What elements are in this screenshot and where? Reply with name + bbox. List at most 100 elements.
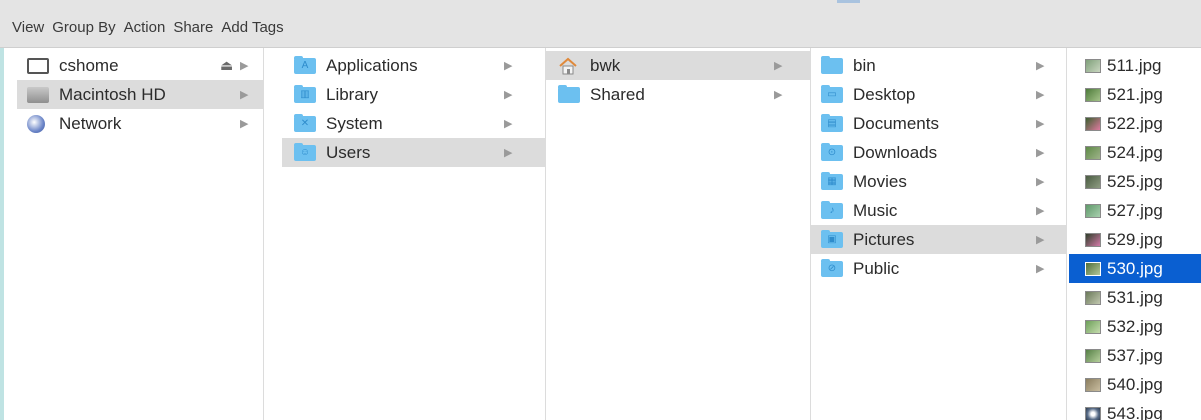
folder-icon xyxy=(821,55,843,74)
chevron-right-icon: ▶ xyxy=(504,147,513,159)
file-row-537[interactable]: 537.jpg xyxy=(1069,341,1201,370)
file-row-524[interactable]: 524.jpg xyxy=(1069,138,1201,167)
column-users: bwk ▶ Shared ▶ xyxy=(546,48,811,420)
file-row-530[interactable]: 530.jpg xyxy=(1069,254,1201,283)
folder-row-downloads[interactable]: ⊙ Downloads ▶ xyxy=(811,138,1066,167)
folder-label: Desktop xyxy=(853,84,916,104)
folder-label: System xyxy=(326,113,383,133)
column-browser: cshome ⏏ ▶ Macintosh HD ▶ Network ▶ A Ap… xyxy=(0,48,1201,420)
folder-label: bin xyxy=(853,55,876,75)
image-thumbnail-icon xyxy=(1085,261,1101,276)
folder-label: Applications xyxy=(326,55,418,75)
image-thumbnail-icon xyxy=(1085,348,1101,363)
device-row-cshome[interactable]: cshome ⏏ ▶ xyxy=(17,51,263,80)
folder-label: Shared xyxy=(590,84,645,104)
network-globe-icon xyxy=(27,114,45,133)
chevron-right-icon: ▶ xyxy=(774,89,783,101)
toolbar-action[interactable]: Action xyxy=(124,19,166,36)
toolbar-indicator xyxy=(837,0,860,3)
column-devices: cshome ⏏ ▶ Macintosh HD ▶ Network ▶ xyxy=(17,48,264,420)
system-folder-icon: ✕ xyxy=(294,113,316,132)
folder-row-bwk[interactable]: bwk ▶ xyxy=(546,51,810,80)
folder-row-desktop[interactable]: ▭ Desktop ▶ xyxy=(811,80,1066,109)
file-label: 537.jpg xyxy=(1107,345,1163,365)
folder-label: Documents xyxy=(853,113,939,133)
column-macintosh-hd: A Applications ▶ ▥ Library ▶ ✕ System ▶ … xyxy=(282,48,546,420)
library-folder-icon: ▥ xyxy=(294,84,316,103)
image-thumbnail-icon xyxy=(1085,87,1101,102)
file-label: 543.jpg xyxy=(1107,403,1163,420)
desktop-folder-icon: ▭ xyxy=(821,84,843,103)
folder-row-shared[interactable]: Shared ▶ xyxy=(546,80,810,109)
file-label: 530.jpg xyxy=(1107,258,1163,278)
toolbar-add-tags[interactable]: Add Tags xyxy=(221,19,283,36)
public-folder-icon: ⊘ xyxy=(821,258,843,277)
file-row-531[interactable]: 531.jpg xyxy=(1069,283,1201,312)
eject-icon[interactable]: ⏏ xyxy=(220,57,233,74)
chevron-right-icon: ▶ xyxy=(240,89,249,101)
file-label: 527.jpg xyxy=(1107,200,1163,220)
image-thumbnail-icon xyxy=(1085,232,1101,247)
device-row-network[interactable]: Network ▶ xyxy=(17,109,263,138)
file-row-540[interactable]: 540.jpg xyxy=(1069,370,1201,399)
toolbar-group-by[interactable]: Group By xyxy=(52,19,115,36)
image-thumbnail-icon xyxy=(1085,290,1101,305)
device-label: Macintosh HD xyxy=(59,84,166,104)
file-label: 532.jpg xyxy=(1107,316,1163,336)
chevron-right-icon: ▶ xyxy=(504,60,513,72)
file-row-521[interactable]: 521.jpg xyxy=(1069,80,1201,109)
file-label: 525.jpg xyxy=(1107,171,1163,191)
folder-label: Movies xyxy=(853,171,907,191)
chevron-right-icon: ▶ xyxy=(1036,176,1045,188)
folder-row-library[interactable]: ▥ Library ▶ xyxy=(282,80,545,109)
folder-row-public[interactable]: ⊘ Public ▶ xyxy=(811,254,1066,283)
hard-drive-icon xyxy=(27,86,49,103)
file-label: 529.jpg xyxy=(1107,229,1163,249)
toolbar-share[interactable]: Share xyxy=(173,19,213,36)
file-label: 531.jpg xyxy=(1107,287,1163,307)
sidebar-edge xyxy=(0,48,4,420)
folder-row-applications[interactable]: A Applications ▶ xyxy=(282,51,545,80)
file-row-522[interactable]: 522.jpg xyxy=(1069,109,1201,138)
image-thumbnail-icon xyxy=(1085,174,1101,189)
file-label: 521.jpg xyxy=(1107,84,1163,104)
folder-row-system[interactable]: ✕ System ▶ xyxy=(282,109,545,138)
image-thumbnail-icon xyxy=(1085,377,1101,392)
folder-row-documents[interactable]: ▤ Documents ▶ xyxy=(811,109,1066,138)
file-row-543[interactable]: 543.jpg xyxy=(1069,399,1201,420)
file-row-525[interactable]: 525.jpg xyxy=(1069,167,1201,196)
folder-row-music[interactable]: ♪ Music ▶ xyxy=(811,196,1066,225)
folder-label: bwk xyxy=(590,55,621,75)
device-row-macintosh-hd[interactable]: Macintosh HD ▶ xyxy=(17,80,263,109)
file-row-511[interactable]: 511.jpg xyxy=(1069,51,1201,80)
chevron-right-icon: ▶ xyxy=(1036,60,1045,72)
chevron-right-icon: ▶ xyxy=(504,118,513,130)
file-row-527[interactable]: 527.jpg xyxy=(1069,196,1201,225)
folder-row-pictures[interactable]: ▣ Pictures ▶ xyxy=(811,225,1066,254)
chevron-right-icon: ▶ xyxy=(240,60,249,72)
file-label: 524.jpg xyxy=(1107,142,1163,162)
column-pictures: 511.jpg 521.jpg 522.jpg 524.jpg 525.jpg … xyxy=(1069,48,1201,420)
chevron-right-icon: ▶ xyxy=(1036,234,1045,246)
folder-row-movies[interactable]: ▦ Movies ▶ xyxy=(811,167,1066,196)
chevron-right-icon: ▶ xyxy=(1036,147,1045,159)
file-row-529[interactable]: 529.jpg xyxy=(1069,225,1201,254)
chevron-right-icon: ▶ xyxy=(1036,263,1045,275)
folder-row-users[interactable]: ☺ Users ▶ xyxy=(282,138,545,167)
home-icon xyxy=(559,57,577,74)
folder-label: Pictures xyxy=(853,229,915,249)
folder-label: Users xyxy=(326,142,371,162)
movies-folder-icon: ▦ xyxy=(821,171,843,190)
server-icon xyxy=(27,57,49,74)
chevron-right-icon: ▶ xyxy=(1036,89,1045,101)
folder-row-bin[interactable]: bin ▶ xyxy=(811,51,1066,80)
downloads-folder-icon: ⊙ xyxy=(821,142,843,161)
toolbar-view[interactable]: View xyxy=(12,19,44,36)
chevron-right-icon: ▶ xyxy=(1036,118,1045,130)
applications-folder-icon: A xyxy=(294,55,316,74)
music-folder-icon: ♪ xyxy=(821,200,843,219)
image-thumbnail-icon xyxy=(1085,145,1101,160)
image-thumbnail-icon xyxy=(1085,319,1101,334)
folder-label: Music xyxy=(853,200,898,220)
file-row-532[interactable]: 532.jpg xyxy=(1069,312,1201,341)
